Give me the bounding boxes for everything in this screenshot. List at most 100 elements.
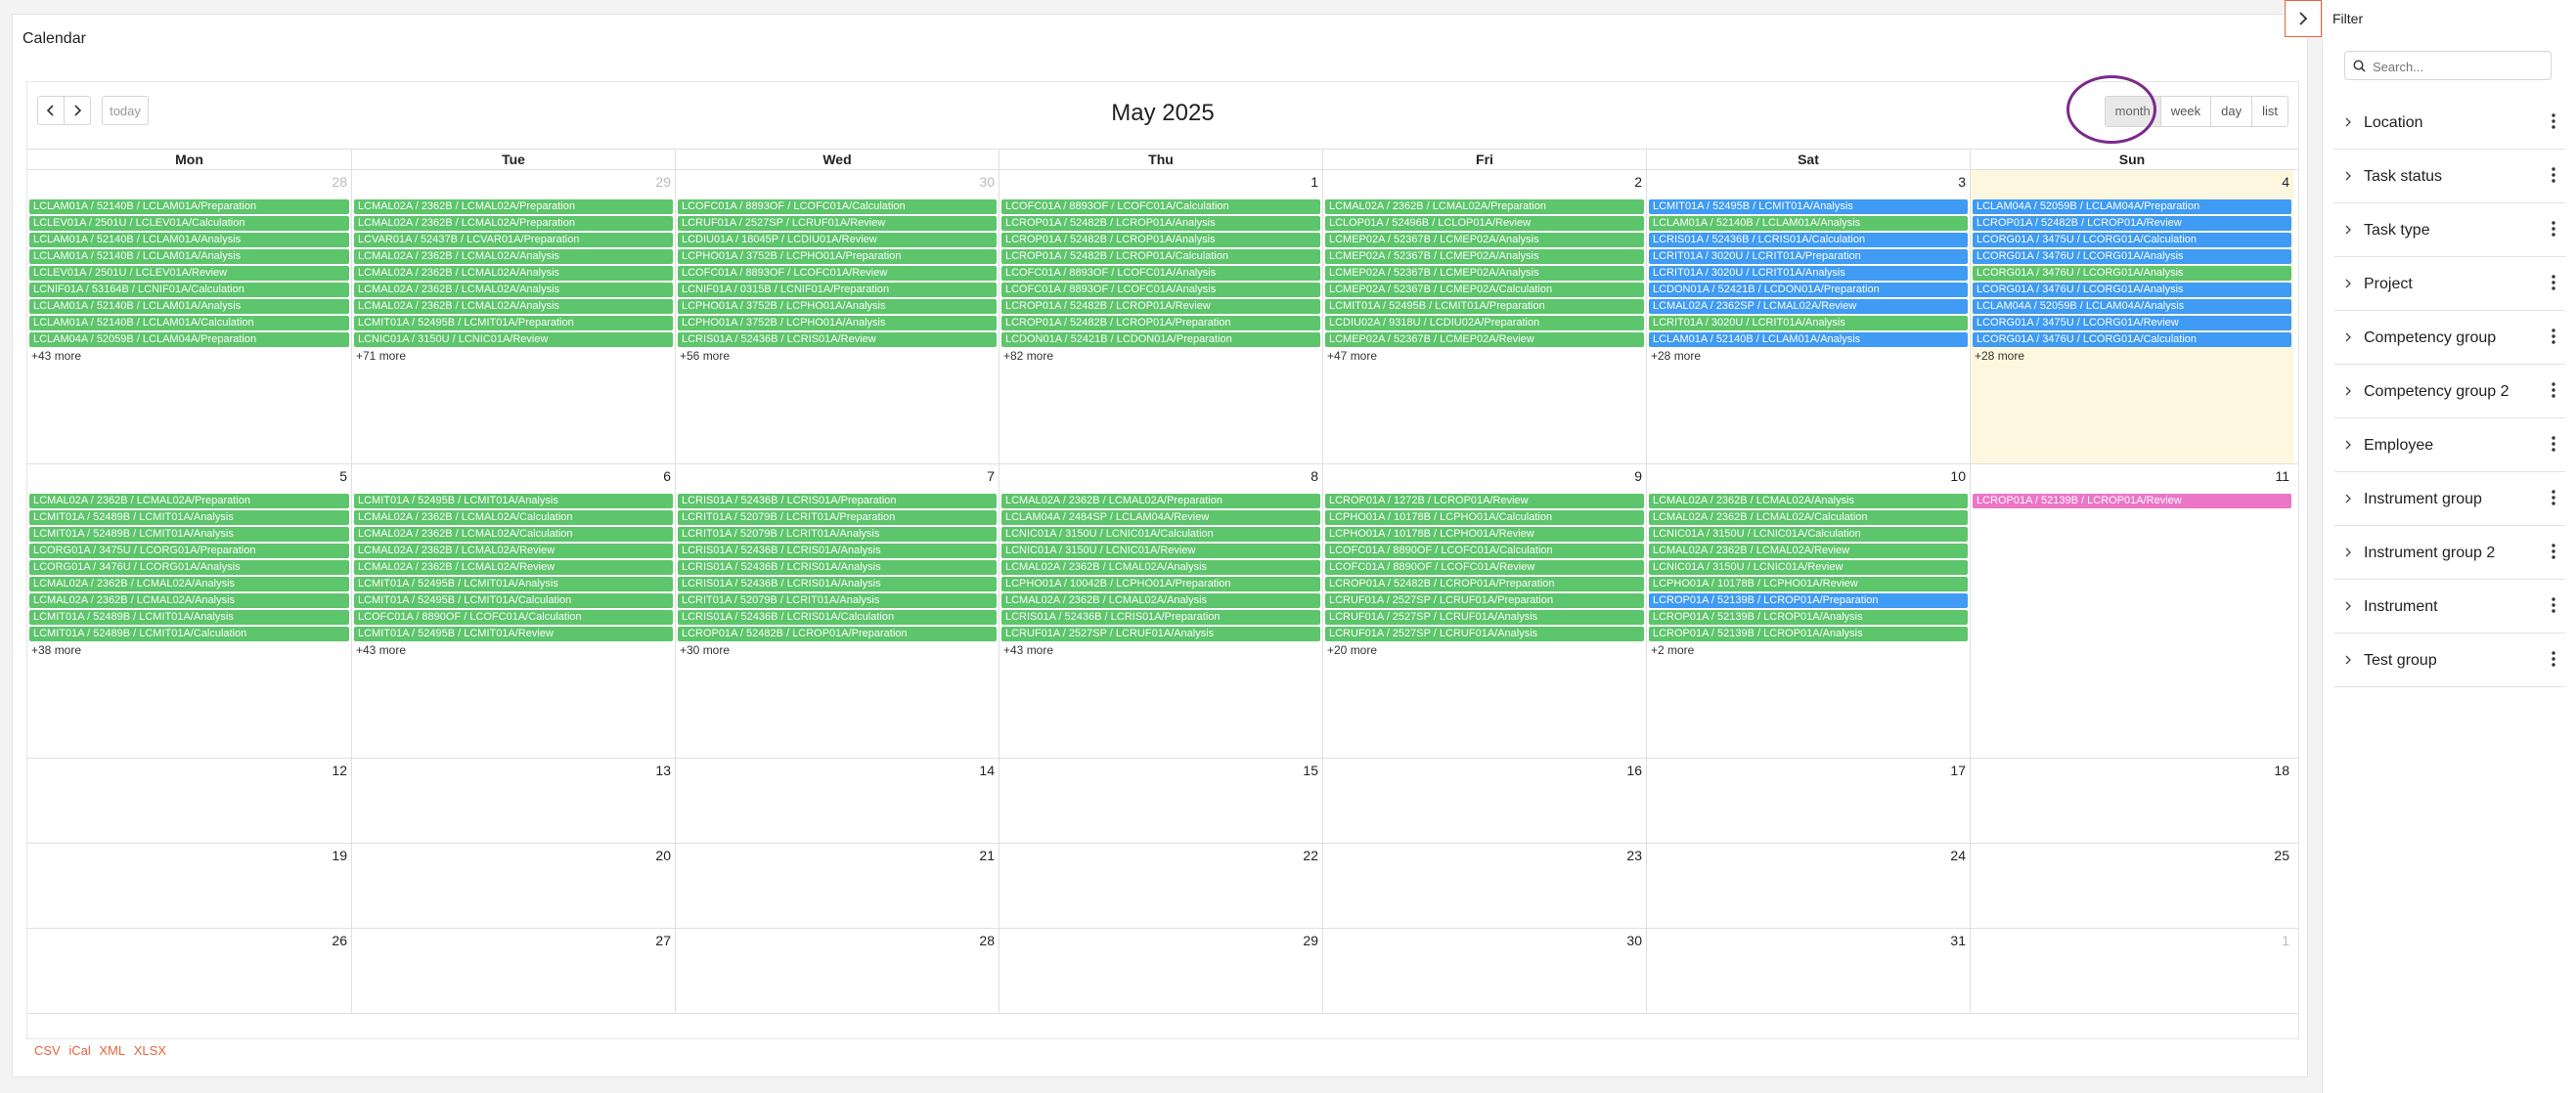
day-cell[interactable]: 1: [1970, 929, 2293, 1013]
filter-item[interactable]: Task status: [2334, 150, 2565, 203]
day-number[interactable]: 18: [2274, 763, 2289, 778]
filter-item[interactable]: Task type: [2334, 203, 2565, 257]
day-number[interactable]: 16: [1626, 763, 1642, 778]
calendar-event[interactable]: LCMAL02A / 2362B / LCMAL02A/Calculation: [354, 527, 673, 542]
filter-search[interactable]: [2344, 51, 2552, 80]
calendar-event[interactable]: LCROP01A / 52139B / LCROP01A/Analysis: [1649, 610, 1968, 625]
calendar-event[interactable]: LCRUF01A / 2527SP / LCRUF01A/Analysis: [1325, 627, 1644, 641]
more-events-link[interactable]: +30 more: [678, 643, 997, 657]
more-events-link[interactable]: +28 more: [1973, 349, 2291, 363]
more-events-link[interactable]: +43 more: [1001, 643, 1320, 657]
calendar-event[interactable]: LCLAM01A / 52140B / LCLAM01A/Analysis: [29, 299, 349, 314]
day-cell[interactable]: 12: [27, 759, 351, 843]
calendar-event[interactable]: LCORG01A / 3476U / LCORG01A/Analysis: [29, 560, 349, 575]
day-cell[interactable]: 2 LCMAL02A / 2362B / LCMAL02A/Preparation…: [1322, 170, 1646, 463]
calendar-event[interactable]: LCMAL02A / 2362B / LCMAL02A/Preparation: [354, 199, 673, 214]
calendar-event[interactable]: LCMIT01A / 52495B / LCMIT01A/Preparation: [1325, 299, 1644, 314]
calendar-event[interactable]: LCORG01A / 3476U / LCORG01A/Calculation: [1973, 332, 2291, 347]
calendar-event[interactable]: LCRIS01A / 52436B / LCRIS01A/Preparation: [1001, 610, 1320, 625]
day-cell[interactable]: 29 LCMAL02A / 2362B / LCMAL02A/Preparatio…: [351, 170, 675, 463]
filter-item[interactable]: Instrument: [2334, 580, 2565, 634]
view-day-button[interactable]: day: [2210, 97, 2251, 126]
day-cell[interactable]: 7 LCRIS01A / 52436B / LCRIS01A/Preparatio…: [675, 464, 999, 758]
day-number[interactable]: 27: [655, 933, 671, 948]
day-number[interactable]: 30: [1626, 933, 1642, 948]
more-events-link[interactable]: +28 more: [1649, 349, 1968, 363]
calendar-event[interactable]: LCMIT01A / 52495B / LCMIT01A/Analysis: [354, 494, 673, 508]
calendar-event[interactable]: LCOFC01A / 8893OF / LCOFC01A/Review: [678, 266, 997, 281]
more-events-link[interactable]: +82 more: [1001, 349, 1320, 363]
day-cell[interactable]: 17: [1646, 759, 1970, 843]
day-cell[interactable]: 30: [1322, 929, 1646, 1013]
day-cell[interactable]: 21: [675, 844, 999, 928]
calendar-event[interactable]: LCMAL02A / 2362B / LCMAL02A/Preparation: [29, 494, 349, 508]
calendar-event[interactable]: LCNIC01A / 3150U / LCNIC01A/Review: [1001, 544, 1320, 558]
calendar-event[interactable]: LCMAL02A / 2362B / LCMAL02A/Analysis: [354, 249, 673, 264]
day-cell[interactable]: 23: [1322, 844, 1646, 928]
calendar-event[interactable]: LCMAL02A / 2362B / LCMAL02A/Analysis: [354, 283, 673, 297]
day-number[interactable]: 21: [979, 848, 995, 863]
day-cell[interactable]: 5 LCMAL02A / 2362B / LCMAL02A/Preparation…: [27, 464, 351, 758]
day-number[interactable]: 17: [1950, 763, 1966, 778]
more-options-icon[interactable]: [2552, 489, 2555, 508]
calendar-event[interactable]: LCNIF01A / 53164B / LCNIF01A/Calculation: [29, 283, 349, 297]
day-cell[interactable]: 20: [351, 844, 675, 928]
day-number[interactable]: 23: [1626, 848, 1642, 863]
calendar-event[interactable]: LCLOP01A / 52496B / LCLOP01A/Review: [1325, 216, 1644, 231]
day-cell[interactable]: 6 LCMIT01A / 52495B / LCMIT01A/Analysis LC…: [351, 464, 675, 758]
calendar-event[interactable]: LCMIT01A / 52495B / LCMIT01A/Preparation: [354, 316, 673, 330]
calendar-event[interactable]: LCORG01A / 3475U / LCORG01A/Calculation: [1973, 233, 2291, 247]
more-events-link[interactable]: +43 more: [29, 349, 349, 363]
calendar-event[interactable]: LCRIT01A / 3020U / LCRIT01A/Analysis: [1649, 316, 1968, 330]
calendar-event[interactable]: LCRIS01A / 52436B / LCRIS01A/Analysis: [678, 577, 997, 591]
filter-item[interactable]: Employee: [2334, 418, 2565, 472]
calendar-event[interactable]: LCRIS01A / 52436B / LCRIS01A/Calculation: [1649, 233, 1968, 247]
calendar-event[interactable]: LCLAM04A / 52059B / LCLAM04A/Preparation: [29, 332, 349, 347]
calendar-event[interactable]: LCROP01A / 52482B / LCROP01A/Preparation: [678, 627, 997, 641]
more-events-link[interactable]: +38 more: [29, 643, 349, 657]
export-xlsx-link[interactable]: XLSX: [134, 1043, 166, 1058]
calendar-event[interactable]: LCMAL02A / 2362B / LCMAL02A/Review: [354, 560, 673, 575]
calendar-event[interactable]: LCRUF01A / 2527SP / LCRUF01A/Analysis: [1001, 627, 1320, 641]
calendar-event[interactable]: LCMIT01A / 52495B / LCMIT01A/Review: [354, 627, 673, 641]
calendar-event[interactable]: LCRIS01A / 52436B / LCRIS01A/Analysis: [678, 560, 997, 575]
export-xml-link[interactable]: XML: [99, 1043, 125, 1058]
calendar-event[interactable]: LCRIS01A / 52436B / LCRIS01A/Preparation: [678, 494, 997, 508]
day-number[interactable]: 7: [987, 468, 995, 484]
calendar-event[interactable]: LCMIT01A / 52489B / LCMIT01A/Analysis: [29, 610, 349, 625]
calendar-event[interactable]: LCMIT01A / 52489B / LCMIT01A/Analysis: [29, 510, 349, 525]
calendar-event[interactable]: LCRIT01A / 3020U / LCRIT01A/Preparation: [1649, 249, 1968, 264]
calendar-event[interactable]: LCPHO01A / 10178B / LCPHO01A/Review: [1325, 527, 1644, 542]
calendar-event[interactable]: LCLAM04A / 52059B / LCLAM04A/Analysis: [1973, 299, 2291, 314]
calendar-event[interactable]: LCROP01A / 52482B / LCROP01A/Calculation: [1001, 249, 1320, 264]
day-cell[interactable]: 8 LCMAL02A / 2362B / LCMAL02A/Preparation…: [999, 464, 1322, 758]
calendar-event[interactable]: LCROP01A / 52482B / LCROP01A/Preparation: [1325, 577, 1644, 591]
calendar-event[interactable]: LCRUF01A / 2527SP / LCRUF01A/Review: [678, 216, 997, 231]
calendar-event[interactable]: LCDON01A / 52421B / LCDON01A/Preparation: [1649, 283, 1968, 297]
calendar-event[interactable]: LCMAL02A / 2362B / LCMAL02A/Analysis: [354, 266, 673, 281]
day-number[interactable]: 12: [332, 763, 347, 778]
day-number[interactable]: 2: [1634, 174, 1642, 190]
filter-item[interactable]: Instrument group 2: [2334, 526, 2565, 580]
filter-item[interactable]: Competency group: [2334, 311, 2565, 365]
day-cell-today[interactable]: 4 LCLAM04A / 52059B / LCLAM04A/Preparatio…: [1970, 170, 2293, 463]
calendar-event[interactable]: LCLEV01A / 2501U / LCLEV01A/Calculation: [29, 216, 349, 231]
calendar-event[interactable]: LCOFC01A / 8890OF / LCOFC01A/Review: [1325, 560, 1644, 575]
calendar-event[interactable]: LCMIT01A / 52489B / LCMIT01A/Analysis: [29, 527, 349, 542]
calendar-event[interactable]: LCOFC01A / 8893OF / LCOFC01A/Analysis: [1001, 283, 1320, 297]
day-number[interactable]: 24: [1950, 848, 1966, 863]
calendar-event[interactable]: LCROP01A / 52482B / LCROP01A/Review: [1973, 216, 2291, 231]
calendar-event[interactable]: LCRIT01A / 52079B / LCRIT01A/Preparation: [678, 510, 997, 525]
calendar-event[interactable]: LCRUF01A / 2527SP / LCRUF01A/Analysis: [1325, 610, 1644, 625]
day-number[interactable]: 6: [663, 468, 671, 484]
day-number[interactable]: 19: [332, 848, 347, 863]
calendar-event[interactable]: LCLAM04A / 2484SP / LCLAM04A/Review: [1001, 510, 1320, 525]
calendar-event[interactable]: LCMAL02A / 2362B / LCMAL02A/Analysis: [29, 577, 349, 591]
day-number[interactable]: 28: [979, 933, 995, 948]
calendar-event[interactable]: LCMIT01A / 52495B / LCMIT01A/Analysis: [354, 577, 673, 591]
calendar-event[interactable]: LCORG01A / 3476U / LCORG01A/Analysis: [1973, 283, 2291, 297]
calendar-event[interactable]: LCPHO01A / 3752B / LCPHO01A/Preparation: [678, 249, 997, 264]
more-options-icon[interactable]: [2552, 274, 2555, 293]
calendar-event[interactable]: LCMIT01A / 52489B / LCMIT01A/Calculation: [29, 627, 349, 641]
day-cell[interactable]: 13: [351, 759, 675, 843]
